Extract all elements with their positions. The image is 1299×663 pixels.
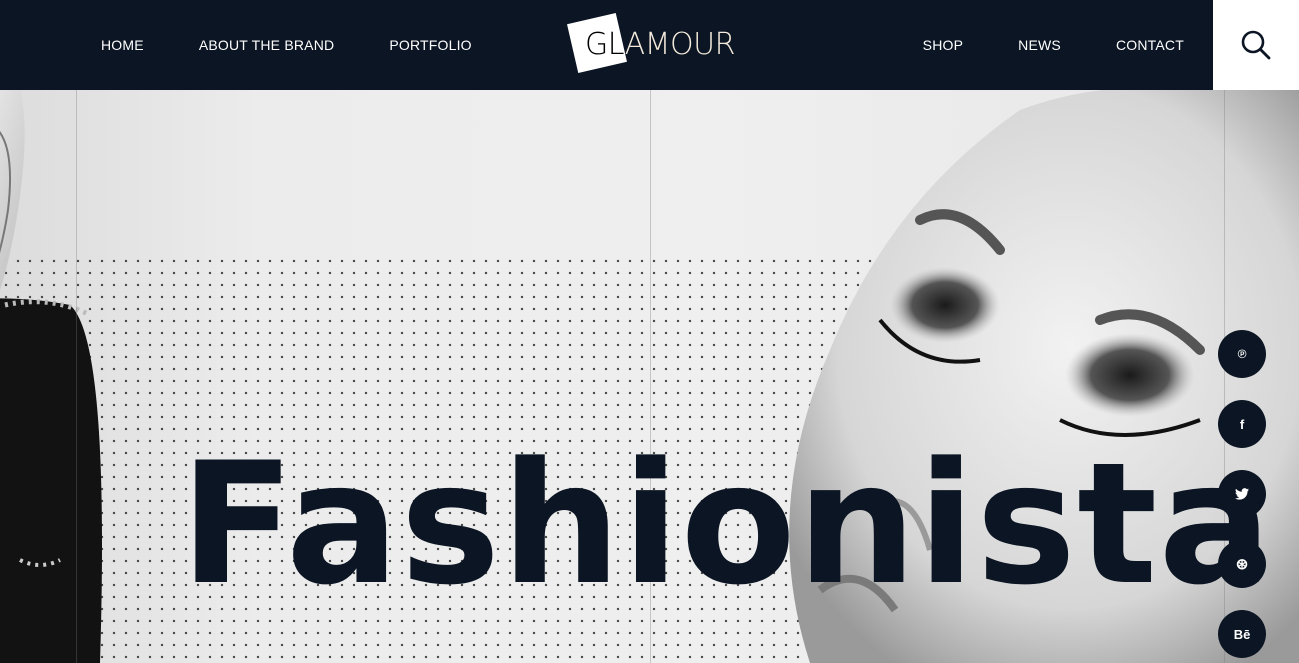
grid-line-1	[76, 90, 77, 663]
brand-logo[interactable]: GLAMOUR	[567, 12, 735, 74]
site-header: HOME ABOUT THE BRAND PORTFOLIO GLAMOUR S…	[0, 0, 1213, 90]
nav-shop[interactable]: SHOP	[923, 37, 963, 53]
dribbble-icon: ⊛	[1235, 556, 1249, 573]
hero-title: Fashionista	[180, 426, 1273, 622]
facebook-button[interactable]: f	[1218, 400, 1266, 448]
search-icon	[1241, 30, 1271, 60]
nav-news[interactable]: NEWS	[1018, 37, 1061, 53]
pinterest-button[interactable]: ℗	[1218, 330, 1266, 378]
twitter-icon	[1235, 488, 1249, 500]
search-button[interactable]	[1213, 0, 1299, 90]
behance-icon: Bē	[1233, 626, 1251, 642]
nav-portfolio[interactable]: PORTFOLIO	[389, 37, 471, 53]
pinterest-icon: ℗	[1237, 347, 1247, 361]
primary-nav-left: HOME ABOUT THE BRAND PORTFOLIO	[101, 0, 472, 90]
dribbble-button[interactable]: ⊛	[1218, 540, 1266, 588]
nav-home[interactable]: HOME	[101, 37, 144, 53]
facebook-icon: f	[1239, 416, 1245, 432]
behance-button[interactable]: Bē	[1218, 610, 1266, 658]
primary-nav-right: SHOP NEWS CONTACT	[923, 0, 1184, 90]
twitter-button[interactable]	[1218, 470, 1266, 518]
nav-contact[interactable]: CONTACT	[1116, 37, 1184, 53]
logo-text: GLAMOUR	[585, 27, 735, 62]
hero-section: Fashionista	[0, 90, 1299, 663]
hero-image-left-model	[0, 90, 102, 663]
nav-about-the-brand[interactable]: ABOUT THE BRAND	[199, 37, 335, 53]
